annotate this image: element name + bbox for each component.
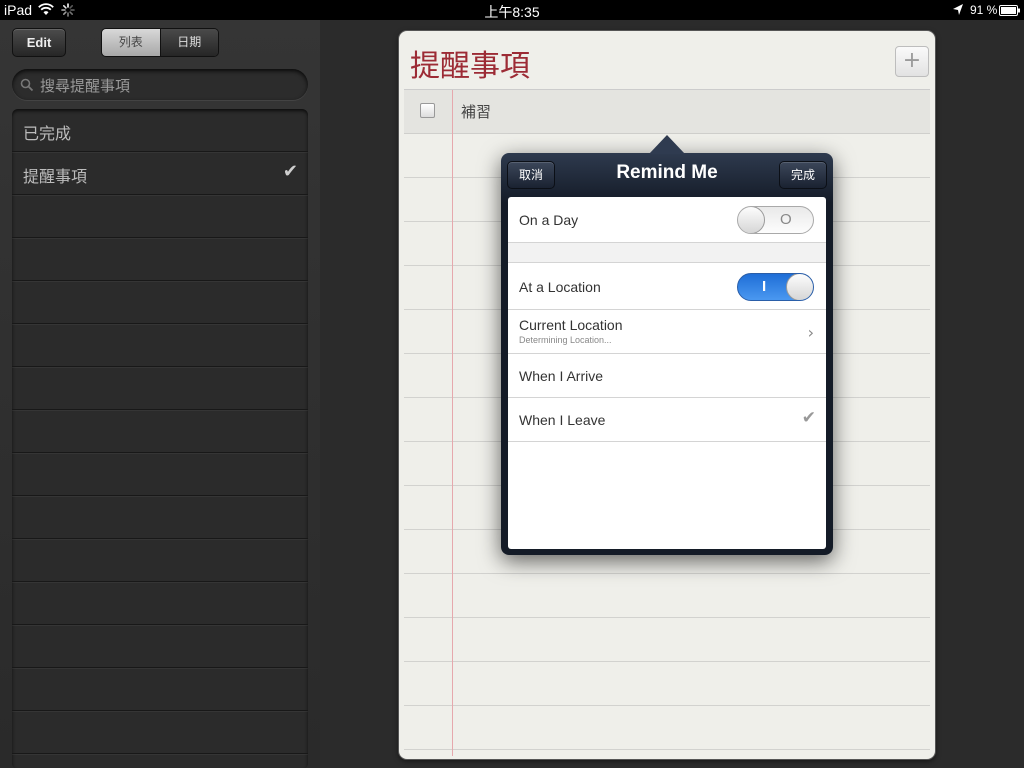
popover-content: On a Day O At a Location I Current Locat… bbox=[508, 197, 826, 549]
view-segmented-control: 列表 日期 bbox=[101, 28, 219, 57]
segment-list[interactable]: 列表 bbox=[102, 29, 160, 56]
on-a-day-toggle[interactable]: O bbox=[737, 206, 814, 234]
segment-date[interactable]: 日期 bbox=[159, 29, 218, 56]
page-title: 提醒事項 bbox=[410, 49, 530, 84]
done-button[interactable]: 完成 bbox=[779, 161, 827, 189]
when-i-leave-label: When I Leave bbox=[519, 412, 606, 428]
at-a-location-cell: At a Location I bbox=[508, 264, 826, 310]
popover-arrow bbox=[649, 135, 685, 154]
location-arrow-icon bbox=[953, 4, 963, 15]
empty-row bbox=[12, 324, 308, 367]
list-item-label: 提醒事項 bbox=[23, 167, 88, 186]
plus-icon: + bbox=[902, 48, 922, 73]
empty-row bbox=[12, 281, 308, 324]
when-i-leave-cell[interactable]: When I Leave ✔ bbox=[508, 398, 826, 442]
checkmark-icon: ✔ bbox=[801, 408, 816, 428]
battery-percent: 91 % bbox=[970, 3, 998, 17]
on-a-day-label: On a Day bbox=[519, 212, 579, 228]
remind-me-popover: 取消 Remind Me 完成 On a Day O At a Location… bbox=[501, 135, 833, 555]
empty-row bbox=[12, 453, 308, 496]
empty-row bbox=[12, 668, 308, 711]
edit-button[interactable]: Edit bbox=[12, 28, 66, 57]
current-location-cell[interactable]: Current Location Determining Location...… bbox=[508, 310, 826, 354]
when-i-arrive-cell[interactable]: When I Arrive bbox=[508, 354, 826, 398]
at-a-location-toggle[interactable]: I bbox=[737, 273, 814, 301]
search-field[interactable]: 搜尋提醒事項 bbox=[12, 69, 308, 100]
when-i-arrive-label: When I Arrive bbox=[519, 368, 604, 384]
at-a-location-label: At a Location bbox=[519, 279, 601, 295]
add-reminder-button[interactable]: + bbox=[895, 46, 929, 77]
empty-row bbox=[12, 496, 308, 539]
empty-row bbox=[12, 711, 308, 754]
empty-row bbox=[12, 195, 308, 238]
empty-row bbox=[12, 410, 308, 453]
margin-line bbox=[452, 90, 453, 756]
empty-row bbox=[12, 754, 308, 768]
completion-checkbox[interactable] bbox=[420, 103, 435, 118]
empty-row bbox=[12, 539, 308, 582]
current-location-label: Current Location bbox=[519, 317, 623, 333]
empty-row bbox=[12, 238, 308, 281]
checkmark-icon: ✔ bbox=[282, 161, 298, 182]
sidebar: Edit 列表 日期 搜尋提醒事項 已完成 提醒事項 ✔ bbox=[0, 20, 320, 768]
search-icon bbox=[20, 78, 34, 92]
list-item-label: 已完成 bbox=[23, 124, 72, 143]
reminder-text[interactable]: 補習 bbox=[461, 101, 491, 122]
on-a-day-cell: On a Day O bbox=[508, 197, 826, 243]
section-gap bbox=[508, 243, 826, 263]
current-location-sublabel: Determining Location... bbox=[519, 335, 612, 345]
toggle-on-text: I bbox=[762, 278, 767, 295]
list-item-completed[interactable]: 已完成 bbox=[12, 109, 308, 152]
lists-table: 已完成 提醒事項 ✔ bbox=[12, 109, 308, 768]
toggle-knob bbox=[786, 274, 813, 300]
chevron-right-icon: › bbox=[807, 323, 814, 342]
empty-row bbox=[12, 625, 308, 668]
search-placeholder: 搜尋提醒事項 bbox=[40, 77, 131, 95]
status-bar: iPad 上午8:35 91 % bbox=[0, 0, 1024, 20]
toggle-off-text: O bbox=[780, 211, 792, 228]
toggle-knob bbox=[738, 207, 765, 233]
battery-icon bbox=[999, 5, 1020, 16]
reminder-row[interactable]: 補習 bbox=[404, 90, 930, 134]
list-item-reminders[interactable]: 提醒事項 ✔ bbox=[12, 152, 308, 195]
clock: 上午8:35 bbox=[484, 4, 540, 20]
empty-row bbox=[12, 582, 308, 625]
empty-row bbox=[12, 367, 308, 410]
